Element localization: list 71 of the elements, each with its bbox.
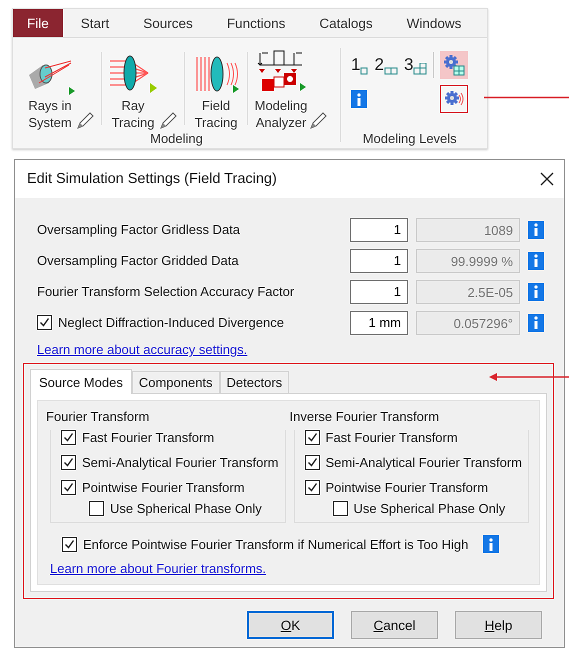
checkbox[interactable] — [304, 430, 320, 445]
checkbox[interactable] — [61, 430, 76, 445]
dialog-button[interactable]: Cancel — [351, 611, 438, 639]
window-title: Edit Simulation Settings (Field Tracing) — [27, 171, 277, 187]
option-label: Fast Fourier Transform — [326, 430, 458, 445]
tab[interactable]: Source Modes — [30, 369, 132, 394]
group-heading: Fourier Transform — [46, 409, 150, 424]
option-label: Fast Fourier Transform — [82, 430, 214, 445]
ribbon-button[interactable]: Modeling Analyzer — [248, 42, 334, 131]
option-label: Use Spherical Phase Only — [110, 501, 262, 516]
readout-field: 99.9999 % — [416, 248, 520, 272]
option-label: Enforce Pointwise Fourier Transform if Numerical Effort is Too High — [83, 536, 468, 552]
group-title: Modeling — [150, 131, 203, 146]
pencil-icon[interactable] — [308, 111, 328, 131]
checkbox[interactable] — [37, 315, 52, 330]
menu-tab[interactable]: File — [13, 9, 63, 37]
dialog-button[interactable]: Help — [455, 611, 542, 639]
tab[interactable]: Detectors — [220, 371, 290, 393]
menu-tab[interactable]: Sources — [129, 9, 207, 37]
value-field[interactable]: 1 — [350, 248, 408, 272]
pencil-icon[interactable] — [75, 111, 95, 131]
level-tool-button[interactable] — [440, 85, 468, 113]
readout-field: 0.057296° — [416, 310, 520, 334]
help-link[interactable]: Learn more about Fourier transforms. — [50, 561, 266, 576]
checkbox[interactable] — [304, 480, 320, 495]
info-icon[interactable] — [528, 252, 544, 270]
menu-tab[interactable]: Windows — [392, 9, 476, 37]
help-link[interactable]: Learn more about accuracy settings. — [37, 342, 248, 357]
grid-squares-icon — [413, 63, 428, 75]
pencil-icon[interactable] — [158, 111, 178, 131]
tab[interactable]: Components — [132, 371, 220, 393]
option-label: Pointwise Fourier Transform — [82, 480, 245, 495]
level-number[interactable]: 2 — [374, 55, 384, 75]
value-field[interactable]: 1 mm — [350, 310, 408, 334]
info-icon[interactable] — [351, 90, 367, 108]
menu-tab[interactable]: Start — [66, 9, 124, 37]
checkbox[interactable] — [304, 455, 320, 470]
option-label: Use Spherical Phase Only — [354, 501, 506, 516]
readout-field: 1089 — [416, 218, 520, 242]
option-label: Semi-Analytical Fourier Transform — [326, 455, 522, 470]
level-number[interactable]: 1 — [351, 55, 360, 75]
setting-label: Oversampling Factor Gridless Data — [37, 222, 242, 237]
checkbox[interactable] — [332, 501, 348, 516]
info-icon[interactable] — [528, 282, 544, 300]
group-title: Modeling Levels — [362, 131, 457, 146]
ribbon-button[interactable]: Rays in System — [19, 42, 101, 131]
ribbon-button[interactable]: Field Tracing — [185, 42, 247, 131]
setting-label: Oversampling Factor Gridded Data — [37, 253, 240, 268]
group-heading: Inverse Fourier Transform — [290, 409, 440, 424]
gear-grid-icon — [443, 54, 466, 76]
checkbox[interactable] — [61, 480, 76, 495]
readout-field: 2.5E-05 — [416, 280, 520, 304]
value-field[interactable]: 1 — [350, 218, 408, 242]
level-tool-button[interactable] — [440, 51, 468, 79]
setting-label: Fourier Transform Selection Accuracy Factor — [37, 284, 296, 299]
option-label: Pointwise Fourier Transform — [326, 480, 488, 495]
ribbon-button[interactable]: Ray Tracing — [102, 42, 184, 131]
dialog-button[interactable]: OK — [247, 611, 334, 639]
info-icon[interactable] — [528, 314, 544, 332]
setting-label: Neglect Diffraction-Induced Divergence — [58, 315, 284, 330]
info-icon[interactable] — [528, 220, 544, 238]
checkbox[interactable] — [89, 501, 104, 516]
checkbox[interactable] — [61, 455, 76, 470]
level-number[interactable]: 3 — [404, 55, 414, 75]
value-field[interactable]: 1 — [350, 280, 408, 304]
close-icon[interactable] — [540, 172, 554, 186]
option-label: Semi-Analytical Fourier Transform — [82, 455, 278, 470]
menu-tab[interactable]: Functions — [212, 9, 300, 37]
menu-tab[interactable]: Catalogs — [305, 9, 387, 37]
checkbox[interactable] — [62, 536, 77, 552]
info-icon[interactable] — [483, 535, 499, 553]
